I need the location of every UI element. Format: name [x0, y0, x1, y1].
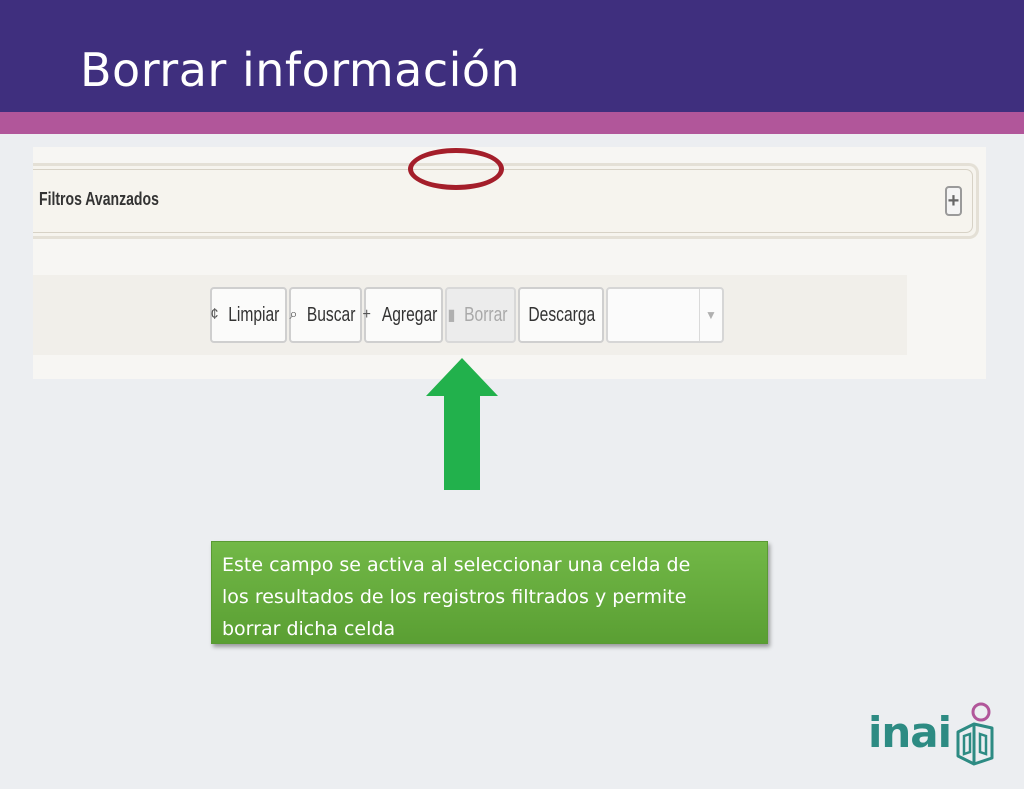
advanced-filters-inner-border [33, 169, 973, 233]
callout-line-1: Este campo se activa al seleccionar una … [222, 554, 691, 576]
explanation-callout: Este campo se activa al seleccionar una … [211, 541, 768, 644]
search-icon: ⌕ [289, 306, 298, 323]
action-toolbar: ¢ Limpiar ⌕ Buscar + Agregar ▮ Borrar De… [33, 275, 907, 355]
agregar-button[interactable]: + Agregar [362, 287, 443, 343]
chevron-down-icon[interactable]: ▼ [699, 289, 722, 341]
descarga-label: Descarga [528, 303, 596, 326]
logo-text: inai [868, 708, 952, 757]
limpiar-button[interactable]: ¢ Limpiar [210, 287, 287, 343]
slide-title: Borrar información [80, 43, 521, 97]
trash-icon: ▮ [447, 307, 456, 324]
borrar-highlight-ellipse [408, 148, 504, 190]
plus-icon: + [947, 190, 960, 212]
limpiar-label: Limpiar [228, 303, 280, 326]
refresh-icon: ¢ [210, 306, 219, 323]
header-stripe [0, 112, 1024, 134]
callout-line-3: borrar dicha celda [222, 618, 396, 640]
buscar-button[interactable]: ⌕ Buscar [289, 287, 362, 343]
format-select[interactable]: ▼ [606, 287, 724, 343]
reader-book-icon [956, 702, 994, 766]
advanced-filters-label: Filtros Avanzados [39, 189, 159, 209]
up-arrow-icon [426, 358, 498, 490]
inai-logo: inai [868, 702, 998, 768]
buscar-label: Buscar [306, 303, 356, 326]
agregar-label: Agregar [381, 303, 437, 326]
expand-filters-button[interactable]: + [945, 186, 962, 216]
callout-line-2: los resultados de los registros filtrado… [222, 586, 687, 608]
plus-icon: + [362, 306, 372, 323]
borrar-button[interactable]: ▮ Borrar [445, 287, 516, 343]
slide-header: Borrar información [0, 0, 1024, 112]
advanced-filters-bar[interactable]: Filtros Avanzados + [33, 163, 979, 239]
descarga-button[interactable]: Descarga [518, 287, 604, 343]
screenshot-panel: Filtros Avanzados + ¢ Limpiar ⌕ Buscar +… [33, 147, 986, 379]
borrar-label: Borrar [464, 303, 508, 326]
